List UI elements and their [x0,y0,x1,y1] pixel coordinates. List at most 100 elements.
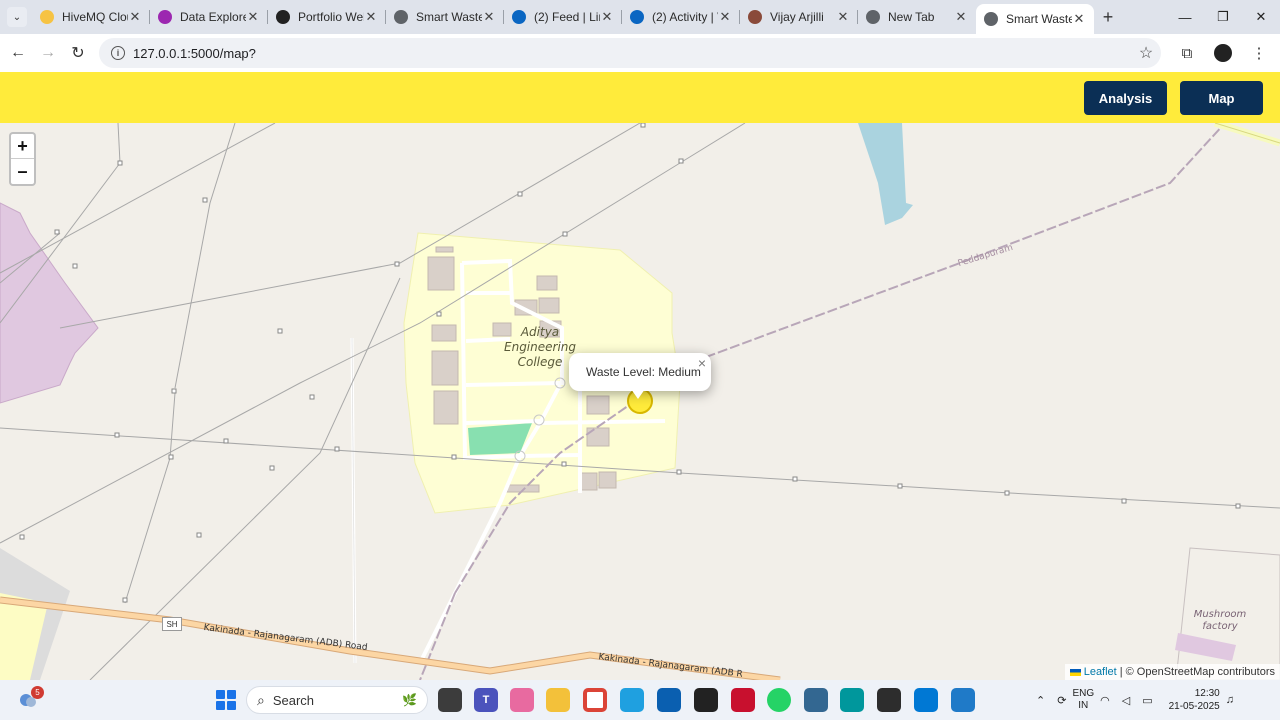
task-view-icon[interactable] [438,688,462,712]
chrome-icon[interactable] [583,688,607,712]
bookmark-star-icon[interactable]: ☆ [1131,43,1161,63]
college-label-line: Engineering [504,340,576,354]
address-bar[interactable]: i 127.0.0.1:5000/map? ☆ [99,38,1161,68]
postgres-icon[interactable] [804,688,828,712]
browser-tab[interactable]: HiveMQ Clou ✕ [32,0,150,34]
notepad-icon[interactable] [951,688,975,712]
waste-level-popup: Waste Level: Medium × [569,353,711,399]
menu-icon[interactable]: ⋮ [1241,38,1277,68]
browser-tab[interactable]: New Tab ✕ [858,0,976,34]
tab-favicon-icon [512,10,526,24]
browser-tab[interactable]: Smart Waste ✕ [386,0,504,34]
ukraine-flag-icon [1069,668,1081,676]
tab-title: HiveMQ Clou [62,10,128,24]
whatsapp-icon[interactable] [767,688,791,712]
leaflet-link[interactable]: Leaflet [1084,666,1117,678]
tab-close-icon[interactable]: ✕ [128,9,142,25]
edge-icon[interactable] [620,688,644,712]
weather-badge: 5 [31,686,44,699]
map-view[interactable]: + – Aditya Engineering College Peddapura… [0,123,1280,680]
clock-date: 21-05-2025 [1168,701,1220,712]
search-icon: ⌕ [257,691,265,708]
copilot-icon[interactable] [510,688,534,712]
browser-tab[interactable]: Smart Waste ✕ [976,4,1094,34]
mcafee-icon[interactable] [731,688,755,712]
map-attribution: Leaflet | © OpenStreetMap contributors [1064,664,1280,680]
attribution-text: | © OpenStreetMap contributors [1119,666,1275,678]
tab-favicon-icon [40,10,54,24]
weather-widget-icon[interactable]: 5 [18,686,44,710]
new-tab-button[interactable]: + [1094,7,1122,28]
region-code: IN [1078,700,1089,711]
wifi-icon[interactable]: ◠ [1100,694,1110,707]
browser-tab[interactable]: Portfolio Web ✕ [268,0,386,34]
browser-tab[interactable]: Data Explorer✕ [150,0,268,34]
tab-close-icon[interactable]: ✕ [482,9,496,25]
window-controls: — ❐ ✕ [1166,0,1280,34]
tab-favicon-icon [866,10,880,24]
file-explorer-icon[interactable] [546,688,570,712]
analysis-button[interactable]: Analysis [1084,81,1167,115]
tab-close-icon[interactable]: ✕ [1072,11,1086,27]
mushroom-label-line: Mushroom [1193,609,1247,620]
tab-favicon-icon [158,10,172,24]
tab-title: Smart Waste [1006,12,1072,26]
tab-title: (2) Activity | V [652,10,718,24]
college-label: Aditya Engineering College [502,325,578,370]
tab-title: New Tab [888,10,935,24]
browser-tab[interactable]: (2) Feed | Link✕ [504,0,622,34]
tab-favicon-icon [748,10,762,24]
close-window-icon[interactable]: ✕ [1242,0,1280,34]
teams-icon[interactable]: T [474,688,498,712]
taskbar-search-box[interactable]: ⌕ Search 🌿 [246,686,428,714]
highway-shield: SH [162,617,182,631]
popup-text: Waste Level: Medium [586,365,701,379]
url-text: 127.0.0.1:5000/map? [133,45,256,61]
extensions-icon[interactable]: ⧉ [1169,38,1205,68]
reload-icon[interactable]: ↻ [63,38,93,68]
browser-tab[interactable]: Vijay Arjilli ✕ [740,0,858,34]
clock-time: 12:30 [1194,688,1220,699]
search-placeholder: Search [272,692,315,708]
dell-icon[interactable] [694,688,718,712]
tab-search-button[interactable]: ⌄ [7,7,27,27]
browser-toolbar: ← → ↻ i 127.0.0.1:5000/map? ☆ ⧉ ⋮ [0,34,1280,72]
store-icon[interactable] [657,688,681,712]
arduino-icon[interactable] [840,688,864,712]
tab-close-icon[interactable]: ✕ [246,9,260,25]
sync-icon[interactable]: ⟳ [1057,694,1066,707]
map-button[interactable]: Map [1180,81,1263,115]
tab-close-icon[interactable]: ✕ [836,9,850,25]
back-icon[interactable]: ← [3,38,33,68]
forward-icon[interactable]: → [33,38,63,68]
vscode-icon[interactable] [914,688,938,712]
clock[interactable]: 12:30 21-05-2025 [1169,687,1220,713]
tab-title: Smart Waste [416,10,482,24]
popup-close-icon[interactable]: × [698,355,706,371]
college-label-line: College [517,355,563,369]
profile-avatar[interactable] [1214,44,1232,62]
windows-taskbar: 5 ⌕ Search 🌿 T ⌃ ⟳ ENG IN ◠ ◁ ▭ 12:30 21… [0,680,1280,720]
search-highlight-icon: 🌿 [402,693,417,707]
tab-title: Portfolio Web [298,10,364,24]
app-header: Analysis Map [0,72,1280,123]
battery-icon[interactable]: ▭ [1142,694,1152,707]
tab-title: (2) Feed | Link [534,10,600,24]
chevron-up-icon[interactable]: ⌃ [1036,694,1045,707]
zoom-in-button[interactable]: + [11,134,34,159]
browser-tab[interactable]: (2) Activity | V ✕ [622,0,740,34]
terminal-icon[interactable] [877,688,901,712]
tab-close-icon[interactable]: ✕ [954,9,968,25]
zoom-out-button[interactable]: – [11,159,34,184]
tab-close-icon[interactable]: ✕ [364,9,378,25]
system-tray: ⌃ ⟳ ENG IN ◠ ◁ ▭ 12:30 21-05-2025 ♫ [1030,680,1240,720]
minimize-icon[interactable]: — [1166,0,1204,34]
tab-close-icon[interactable]: ✕ [600,9,614,25]
notification-bell-icon[interactable]: ♫ [1226,694,1234,706]
tab-close-icon[interactable]: ✕ [718,9,732,25]
site-info-icon[interactable]: i [111,46,125,60]
volume-icon[interactable]: ◁ [1122,694,1130,707]
language-indicator[interactable]: ENG IN [1072,688,1094,712]
maximize-icon[interactable]: ❐ [1204,0,1242,34]
start-button[interactable] [214,688,238,712]
